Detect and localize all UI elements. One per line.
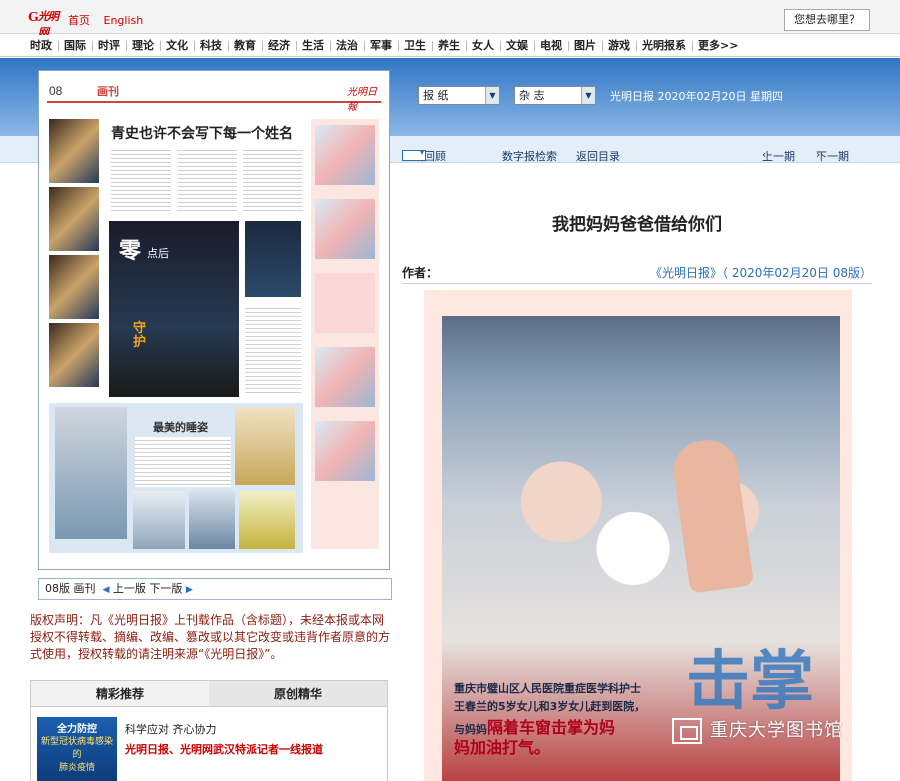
nav-item[interactable]: 图片 <box>568 35 602 57</box>
past-issues-link[interactable]: 往期回顾 <box>402 148 446 163</box>
page-nav-bar: 08版 画刊 ◀ 上一版 下一版 ▶ <box>38 578 392 600</box>
nav-item[interactable]: 时政 <box>24 35 58 57</box>
calendar-dropdown-icon[interactable] <box>402 148 426 161</box>
page-header: 08 画刊 光明日報 <box>47 81 381 113</box>
nav-item[interactable]: 光明报系 <box>636 35 692 57</box>
tab-featured[interactable]: 精彩推荐 <box>31 681 209 706</box>
right-photo-strip <box>311 119 379 549</box>
nav-item[interactable]: 文化 <box>160 35 194 57</box>
nav-item[interactable]: 时评 <box>92 35 126 57</box>
library-logo-icon <box>672 718 702 744</box>
photo-column <box>49 119 101 399</box>
arrow-left-icon: ◀ <box>102 585 110 595</box>
nav-item[interactable]: 文娱 <box>500 35 534 57</box>
top-bar: G 光明网 首页 English 您想去哪里？ <box>0 0 900 39</box>
article-title: 我把妈妈爸爸借给你们 <box>552 215 722 235</box>
chevron-down-icon: ▼ <box>485 87 499 104</box>
issue-date: 光明日报 2020年02月20日 星期四 <box>610 90 783 103</box>
chevron-down-icon: ▼ <box>581 87 595 104</box>
nav-item[interactable]: 国际 <box>58 35 92 57</box>
nav-item[interactable]: 电视 <box>534 35 568 57</box>
tab-original[interactable]: 原创精华 <box>209 681 387 706</box>
recommend-item[interactable]: 科学应对 齐心协力 <box>125 721 217 737</box>
digital-search-link[interactable]: 数字报检索 <box>502 148 557 164</box>
nav-item[interactable]: 养生 <box>432 35 466 57</box>
article-photo: 击掌 重庆市璧山区人民医院重症医学科护士 王春兰的5岁女儿和3岁女儿赶到医院， … <box>424 290 852 781</box>
sketch-panel: 最美的睡姿 <box>49 403 303 553</box>
nav-item[interactable]: 理论 <box>126 35 160 57</box>
prev-page-link[interactable]: 上一版 <box>113 582 146 595</box>
arrow-right-icon: ▶ <box>185 585 193 595</box>
magazine-select[interactable]: 杂 志 ▼ <box>514 86 596 105</box>
library-watermark: 重庆大学图书馆 <box>672 716 843 744</box>
home-link[interactable]: 首页 <box>68 14 90 27</box>
back-to-index-link[interactable]: 返回目录 <box>576 148 620 164</box>
nav-item[interactable]: 游戏 <box>602 35 636 57</box>
main-nav: 时政 国际 时评 理论 文化 科技 教育 经济 生活 法治 军事 卫生 养生 女人 文娱 电视 图片 游戏 光明报系… <box>0 35 900 57</box>
recommend-item[interactable]: 光明日报、光明网武汉特派记者一线报道 <box>125 741 323 757</box>
nav-item[interactable]: 经济 <box>262 35 296 57</box>
nav-item[interactable]: 卫生 <box>398 35 432 57</box>
site-logo[interactable]: G 光明网 <box>28 10 62 39</box>
nav-item[interactable]: 军事 <box>364 35 398 57</box>
page-headline: 青史也许不会写下每一个姓名 <box>111 127 293 142</box>
paper-select[interactable]: 报 纸 ▼ <box>418 86 500 105</box>
nav-item[interactable]: 教育 <box>228 35 262 57</box>
nav-item[interactable]: 女人 <box>466 35 500 57</box>
newspaper-page-image[interactable]: 08 画刊 光明日報 青史也许不会写下每一个姓名 零 点后 守护 最美的睡姿 <box>38 70 390 570</box>
epidemic-promo-banner[interactable]: 全力防控 新型冠状病毒感染的 肺炎疫情 <box>37 717 117 781</box>
nav-item[interactable]: 更多>> <box>692 35 744 57</box>
chevron-right-icon: › <box>816 148 821 161</box>
where-to-go-button[interactable]: 您想去哪里？ <box>784 9 870 31</box>
next-page-link[interactable]: 下一版 <box>149 582 182 595</box>
nav-item[interactable]: 生活 <box>296 35 330 57</box>
recommend-tabs: 精彩推荐 原创精华 全力防控 新型冠状病毒感染的 肺炎疫情 科学应对 齐心协力 … <box>30 680 388 781</box>
copyright-notice: 版权声明：凡《光明日报》上刊载作品（含标题），未经本报或本网授权不得转载、摘编、… <box>30 613 391 661</box>
nav-item[interactable]: 法治 <box>330 35 364 57</box>
poster-image: 零 点后 守护 <box>109 221 239 397</box>
top-links: 首页 English <box>68 12 153 28</box>
author-row: 作者： 《光明日报》（ 2020年02月20日 08版） <box>402 264 872 284</box>
source-info[interactable]: 《光明日报》（ 2020年02月20日 08版） <box>650 264 872 281</box>
nav-item[interactable]: 科技 <box>194 35 228 57</box>
english-link[interactable]: English <box>104 14 144 27</box>
